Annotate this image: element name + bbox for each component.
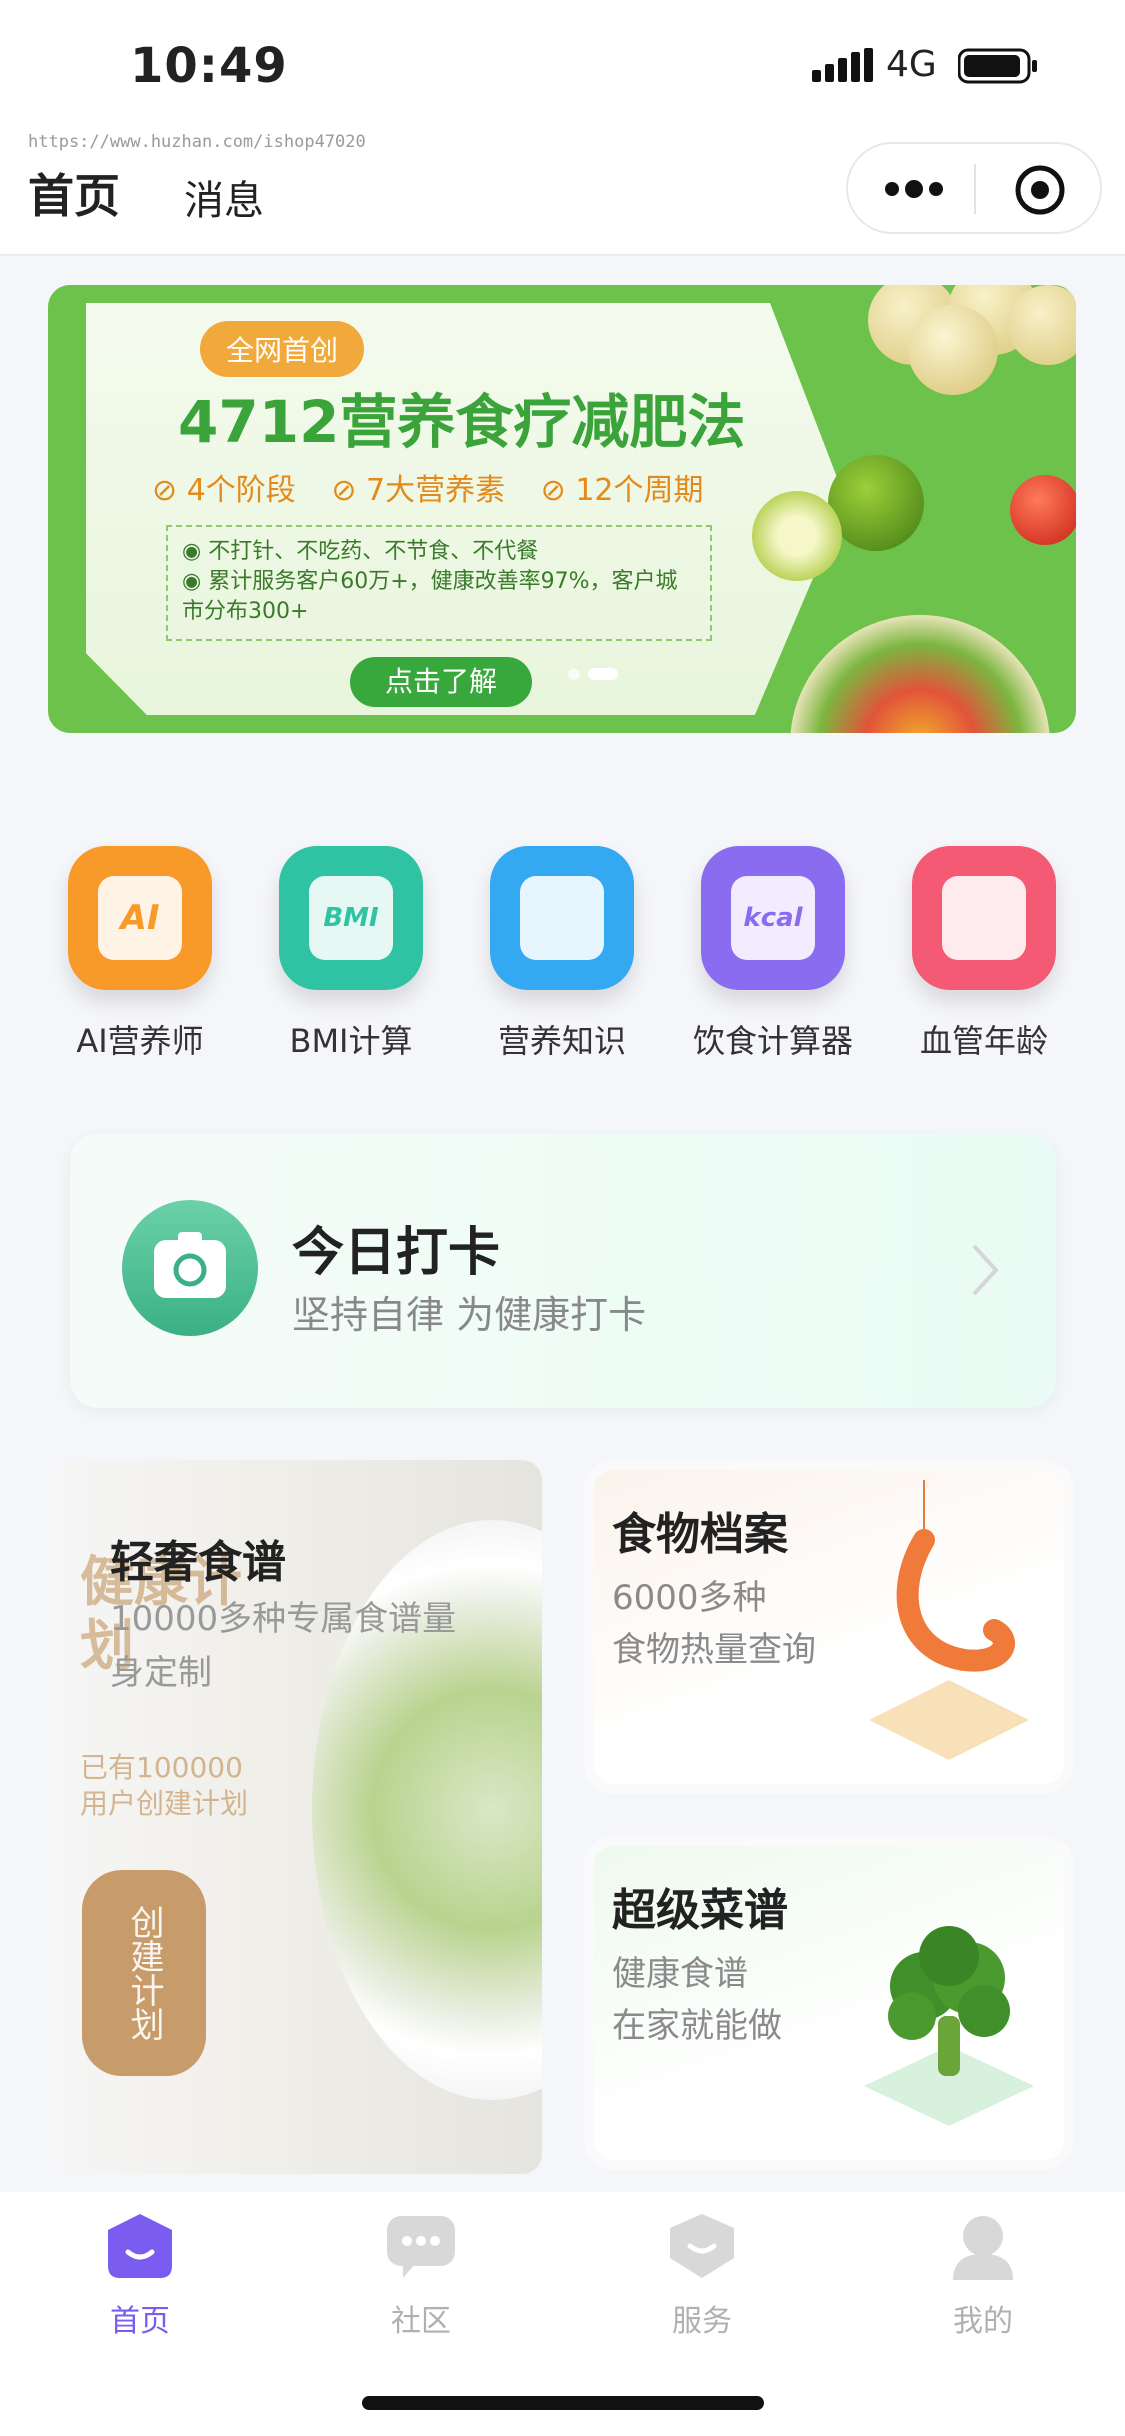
community-icon: [385, 2210, 457, 2282]
service-icon: [666, 2210, 738, 2282]
bmi-calculator-icon: BMI: [279, 846, 423, 990]
grid-item-label: 饮食计算器: [692, 1022, 853, 1060]
pear-image: [908, 305, 998, 395]
miniprogram-capsule: [846, 142, 1102, 234]
tab-label: 社区: [391, 2304, 451, 2339]
chevron-right-icon: [972, 1244, 999, 1296]
grid-item-label: 营养知识: [497, 1022, 626, 1060]
banner-paper: [86, 303, 846, 715]
food-archive-count: 6000多种: [612, 1578, 767, 1618]
super-menu-title: 超级菜谱: [612, 1885, 788, 1936]
broccoli-icon: [864, 1926, 1034, 2126]
grid-item-nutrition-knowledge[interactable]: 营养知识: [467, 846, 657, 1062]
tab-label: 我的: [953, 2304, 1013, 2339]
ai-nutritionist-icon: AI: [68, 846, 212, 990]
network-type: 4G: [886, 44, 937, 85]
grid-item-label: BMI计算: [289, 1022, 413, 1060]
signal-icon: [812, 48, 873, 82]
home-icon: [104, 2210, 176, 2282]
banner-point: ◉ 不打针、不吃药、不节食、不代餐: [182, 539, 539, 564]
recipe-description: 10000多种专属食谱量身定制: [110, 1599, 457, 1693]
banner-points: ◉ 不打针、不吃药、不节食、不代餐 ◉ 累计服务客户60万+，健康改善率97%，…: [166, 525, 712, 641]
pear-image: [1008, 285, 1076, 365]
diet-calculator-icon: kcal: [701, 846, 845, 990]
grid-item-label: AI营养师: [76, 1022, 204, 1060]
shrimp-icon: [869, 1480, 1029, 1760]
grid-item-label: 血管年龄: [919, 1022, 1048, 1060]
promo-banner[interactable]: 全网首创 4712营养食疗减肥法 ⊘ 4个阶段 ⊘ 7大营养素 ⊘ 12个周期 …: [48, 285, 1076, 733]
food-archive-card[interactable]: 食物档案 6000多种 食物热量查询: [594, 1470, 1064, 1784]
lime-image: [828, 455, 924, 551]
checkin-subtitle: 坚持自律 为健康打卡: [292, 1293, 647, 1337]
recipe-overlay-subtitle: 已有100000用户创建计划: [80, 1751, 249, 1820]
grid-item-vascular-age[interactable]: 血管年龄: [889, 846, 1079, 1062]
grid-icon-glyph: [942, 876, 1026, 960]
capsule-divider: [974, 164, 976, 214]
super-menu-line2: 在家就能做: [612, 2006, 782, 2046]
banner-point: ◉ 累计服务客户60万+，健康改善率97%，客户城市分布300+: [182, 569, 678, 624]
page-url: https://www.huzhan.com/ishop47020: [28, 132, 366, 152]
carousel-dot-active: [588, 668, 618, 680]
grid-icon-glyph: kcal: [731, 876, 815, 960]
super-menu-line1: 健康食谱: [612, 1954, 748, 1994]
nutrition-knowledge-icon: [490, 846, 634, 990]
banner-tag: 全网首创: [200, 321, 365, 377]
home-indicator: [362, 2396, 764, 2410]
battery-icon: [958, 48, 1037, 84]
banner-title: 4712营养食疗减肥法: [178, 388, 746, 456]
salad-bowl-image: [790, 615, 1050, 733]
food-archive-title: 食物档案: [612, 1509, 788, 1560]
banner-features: ⊘ 4个阶段 ⊘ 7大营养素 ⊘ 12个周期: [152, 465, 730, 509]
status-time: 10:49: [130, 38, 288, 94]
profile-icon: [947, 2210, 1019, 2282]
grid-item-bmi-calculator[interactable]: BMI BMI计算: [256, 846, 446, 1062]
banner-feature: ⊘ 7大营养素: [331, 473, 506, 508]
tab-service[interactable]: 服务: [622, 2210, 782, 2340]
tab-community[interactable]: 社区: [341, 2210, 501, 2340]
camera-icon: [122, 1200, 258, 1336]
checkin-title: 今日打卡: [292, 1223, 501, 1283]
tomato-image: [1010, 475, 1076, 545]
tab-home[interactable]: 首页: [60, 2210, 220, 2340]
grid-item-ai-nutritionist[interactable]: AI AI营养师: [45, 846, 235, 1062]
grid-item-diet-calculator[interactable]: kcal 饮食计算器: [678, 846, 868, 1062]
recipe-title: 轻奢食谱: [110, 1537, 286, 1588]
create-plan-button[interactable]: 创建计划: [82, 1870, 206, 2076]
recipe-card[interactable]: 健康计划 已有100000用户创建计划 创建计划 轻奢食谱 10000多种专属食…: [50, 1460, 542, 2174]
carousel-dot: [568, 668, 580, 680]
grid-icon-glyph: AI: [98, 876, 182, 960]
tab-profile[interactable]: 我的: [903, 2210, 1063, 2340]
super-menu-card[interactable]: 超级菜谱 健康食谱 在家就能做: [594, 1846, 1064, 2160]
tab-label: 首页: [110, 2304, 170, 2339]
banner-learn-more-button[interactable]: 点击了解: [350, 657, 532, 707]
tab-messages[interactable]: 消息: [184, 168, 264, 226]
more-icon[interactable]: [884, 176, 944, 202]
lime-slice-image: [752, 491, 842, 581]
vascular-age-icon: [912, 846, 1056, 990]
tab-home[interactable]: 首页: [28, 160, 120, 226]
food-archive-desc: 食物热量查询: [612, 1630, 816, 1670]
grid-icon-glyph: [520, 876, 604, 960]
tab-label: 服务: [672, 2304, 732, 2339]
daily-checkin-card[interactable]: 今日打卡 坚持自律 为健康打卡: [70, 1134, 1056, 1408]
banner-feature: ⊘ 4个阶段: [152, 473, 296, 508]
grid-icon-glyph: BMI: [309, 876, 393, 960]
close-target-icon[interactable]: [1014, 164, 1066, 216]
banner-feature: ⊘ 12个周期: [540, 473, 704, 508]
carousel-dots: [568, 665, 626, 684]
